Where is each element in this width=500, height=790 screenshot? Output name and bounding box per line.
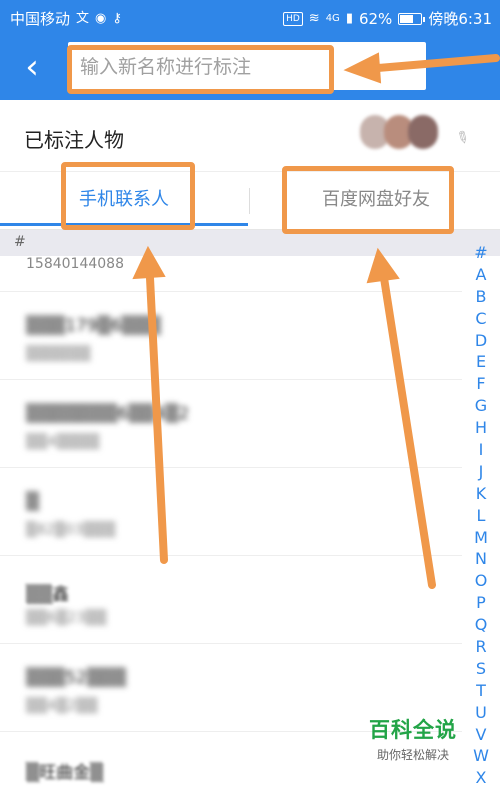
contact-name: ▒▒▒179▒6▒▒▒ xyxy=(26,316,161,336)
contact-phone: ▒▒4▒▒▒▒ xyxy=(26,434,100,450)
screen: 中国移动 文 ◉ ⚷ HD ≋ 4G ▮ 62% 傍晚6:31 ‹ 已标注人物 … xyxy=(0,0,500,790)
index-letter[interactable]: T xyxy=(470,680,492,702)
watermark: 百科全说 助你轻松解决 xyxy=(358,714,468,763)
contact-name: ▒▒▒▒▒▒▒6▒▒4▒2 xyxy=(26,404,190,424)
status-bar: 中国移动 文 ◉ ⚷ HD ≋ 4G ▮ 62% 傍晚6:31 xyxy=(0,0,500,34)
index-letter[interactable]: W xyxy=(470,745,492,767)
contact-name: ▒ xyxy=(26,492,40,512)
key-icon: ⚷ xyxy=(112,10,122,26)
index-letter[interactable]: # xyxy=(470,242,492,264)
index-letter[interactable]: A xyxy=(470,264,492,286)
list-item[interactable]: ▒▒▒179▒6▒▒▒ ▒▒▒▒▒▒ xyxy=(0,292,462,380)
watermark-subtitle: 助你轻松解决 xyxy=(376,748,449,762)
index-letter[interactable]: F xyxy=(470,373,492,395)
annotation-box-phone-tab xyxy=(61,162,195,230)
tab-divider xyxy=(249,188,250,214)
list-item[interactable]: ▒▒鑫 ▒▒6▒23▒▒ xyxy=(0,556,462,644)
contact-phone: 15840144088 xyxy=(26,256,124,272)
index-letter[interactable]: G xyxy=(470,395,492,417)
watermark-title: 百科全说 xyxy=(369,718,457,742)
battery-icon xyxy=(398,12,426,25)
index-letter[interactable]: Q xyxy=(470,614,492,636)
index-letter[interactable]: R xyxy=(470,636,492,658)
index-letter[interactable]: O xyxy=(470,570,492,592)
wifi-icon: ≋ xyxy=(308,10,320,26)
index-letter[interactable]: S xyxy=(470,658,492,680)
index-letter[interactable]: B xyxy=(470,286,492,308)
index-letter[interactable]: M xyxy=(470,527,492,549)
index-letter[interactable]: K xyxy=(470,483,492,505)
index-letter[interactable]: D xyxy=(470,330,492,352)
contact-phone: ▒82▒03▒▒▒ xyxy=(26,522,116,538)
index-letter[interactable]: H xyxy=(470,417,492,439)
contact-phone: ▒▒▒▒▒▒ xyxy=(26,346,91,362)
network-type: 4G xyxy=(325,12,340,24)
chevron-left-icon[interactable]: ‹ xyxy=(14,48,50,88)
notification-icon: 文 xyxy=(76,10,90,26)
signal-icon: ▮ xyxy=(345,10,353,26)
alphabet-index[interactable]: # A B C D E F G H I J K L M N O P Q R S T U V W X xyxy=(470,242,492,789)
carrier-label: 中国移动 xyxy=(10,10,71,28)
tagged-persons-label: 已标注人物 xyxy=(24,128,124,152)
list-item[interactable]: ▒ ▒82▒03▒▒▒ xyxy=(0,468,462,556)
avatar xyxy=(408,115,438,149)
annotation-box-input xyxy=(67,45,334,94)
index-letter[interactable]: X xyxy=(470,767,492,789)
index-letter[interactable]: E xyxy=(470,351,492,373)
app-notification-icon: ◉ xyxy=(95,10,107,26)
index-letter[interactable]: V xyxy=(470,724,492,746)
index-letter[interactable]: C xyxy=(470,308,492,330)
list-item[interactable]: ▒▒▒▒▒▒▒6▒▒4▒2 ▒▒4▒▒▒▒ xyxy=(0,380,462,468)
contact-name: ▒▒▒52▒▒▒ xyxy=(26,668,127,688)
index-letter[interactable]: J xyxy=(470,461,492,483)
index-letter[interactable]: I xyxy=(470,439,492,461)
index-letter[interactable]: L xyxy=(470,505,492,527)
battery-fill xyxy=(400,14,413,23)
index-letter[interactable]: N xyxy=(470,548,492,570)
contact-phone: ▒▒4▒2▒▒ xyxy=(26,698,98,714)
annotation-box-baidu-tab xyxy=(282,166,454,234)
battery-percent: 62% xyxy=(358,9,393,28)
clock: 傍晚6:31 xyxy=(428,10,492,28)
hd-icon: HD xyxy=(283,11,303,26)
section-letter: # xyxy=(14,234,26,250)
contact-name: ▒旺曲金▒ xyxy=(26,763,104,783)
index-letter[interactable]: P xyxy=(470,592,492,614)
contact-name: ▒▒鑫 xyxy=(26,585,70,605)
contact-phone: ▒▒6▒23▒▒ xyxy=(26,610,107,626)
index-letter[interactable]: U xyxy=(470,702,492,724)
list-item[interactable]: 15840144088 xyxy=(0,256,462,292)
